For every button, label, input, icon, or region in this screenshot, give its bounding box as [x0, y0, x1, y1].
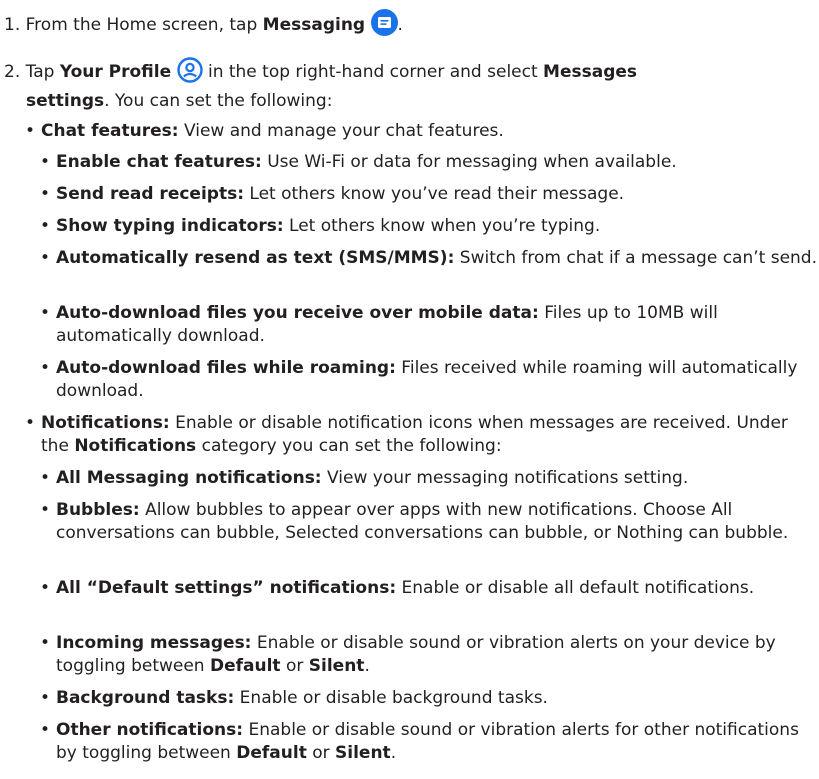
list-item: • Automatically resend as text (SMS/MMS)… — [39, 248, 817, 268]
profile-icon — [176, 57, 203, 90]
list-item-chat-features: • Chat features: View and manage your ch… — [24, 121, 504, 141]
step-number: 2. — [4, 62, 21, 82]
step-number: 1. — [4, 15, 21, 35]
list-item: • Send read receipts: Let others know yo… — [39, 184, 625, 204]
list-item: • Bubbles: Allow bubbles to appear over … — [39, 500, 789, 543]
list-item: • Other notifications: Enable or disable… — [39, 720, 799, 763]
instructions-document: 1. From the Home screen, tap Messaging .… — [0, 0, 819, 779]
messaging-label: Messaging — [262, 15, 366, 35]
step-1: 1. From the Home screen, tap Messaging . — [4, 9, 403, 43]
list-item: • Auto-download files you receive over m… — [39, 303, 718, 346]
messaging-app-icon — [370, 9, 398, 43]
step-text: . You can set the following: — [104, 91, 333, 111]
list-item: • Enable chat features: Use Wi-Fi or dat… — [39, 152, 677, 172]
step-text: Tap — [25, 62, 60, 82]
step-text: From the Home screen, tap — [25, 15, 263, 35]
list-item: • All Messaging notifications: View your… — [39, 468, 689, 488]
list-item: • Show typing indicators: Let others kno… — [39, 216, 601, 236]
list-item: • All “Default settings” notifications: … — [39, 578, 755, 598]
step-text-end: . — [397, 15, 403, 35]
list-item: • Incoming messages: Enable or disable s… — [39, 633, 776, 676]
settings-label: settings — [26, 91, 105, 111]
list-item-notifications: • Notifications: Enable or disable notif… — [24, 413, 788, 456]
step-2: 2. Tap Your Profile in the top right-han… — [4, 57, 804, 113]
your-profile-label: Your Profile — [59, 62, 172, 82]
step-text: in the top right-hand corner and select — [202, 62, 544, 82]
list-item: • Auto-download files while roaming: Fil… — [39, 358, 798, 401]
messages-label: Messages — [543, 62, 638, 82]
list-item: • Background tasks: Enable or disable ba… — [39, 688, 548, 708]
